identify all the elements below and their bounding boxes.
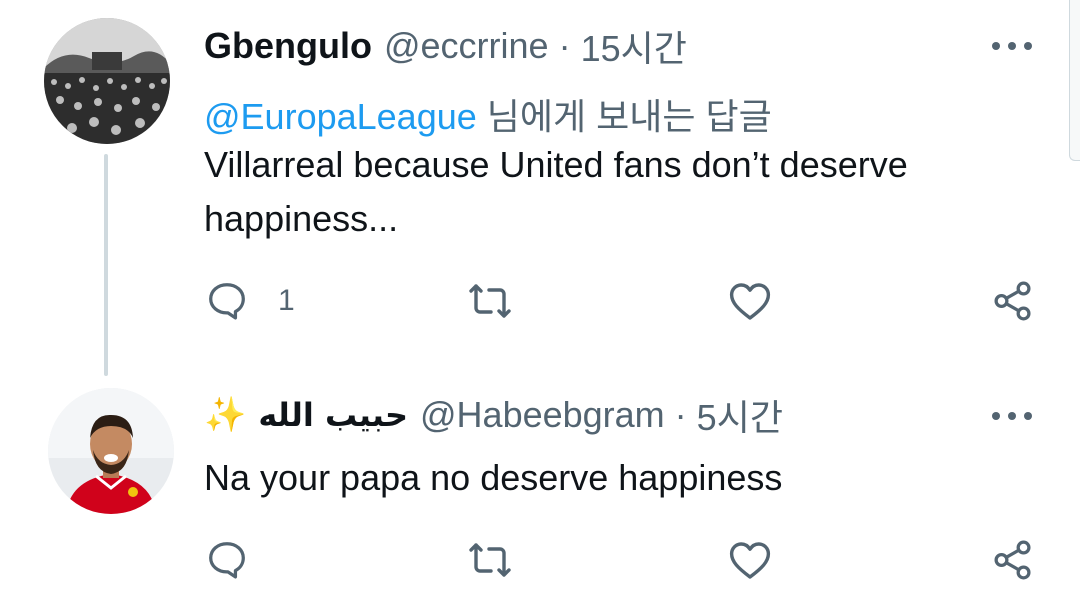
like-icon	[729, 542, 771, 579]
reply-thread: Gbengulo @eccrrine · 15시간 @EuropaLeague …	[0, 0, 1080, 609]
retweet-button[interactable]	[466, 277, 514, 325]
more-options-icon[interactable]	[992, 410, 1032, 422]
tweet-text-line-1: Na your papa no deserve happiness	[204, 457, 783, 498]
tweet-header: Gbengulo @eccrrine · 15시간	[204, 25, 687, 69]
more-options-icon[interactable]	[992, 40, 1032, 52]
tweet-actions: 1	[0, 277, 1080, 325]
timestamp[interactable]: 15시간	[581, 20, 687, 72]
reply-icon	[209, 283, 245, 320]
display-name[interactable]: Gbengulo	[204, 25, 372, 67]
share-button[interactable]	[990, 536, 1036, 584]
avatar-footballer[interactable]	[48, 388, 174, 514]
reply-context-suffix: 님에게 보내는 답글	[476, 96, 772, 137]
sparkle-emoji: ✨	[204, 396, 247, 434]
like-button[interactable]	[726, 536, 774, 584]
separator-dot: ·	[674, 394, 687, 435]
user-handle[interactable]: @eccrrine	[384, 25, 549, 67]
tweet-text-line-2: happiness...	[204, 198, 399, 239]
tweet-header: ✨ حبيب الله @Habeebgram · 5시간	[204, 394, 783, 438]
tweet-text: Na your papa no deserve happiness	[204, 451, 782, 505]
reply-icon	[209, 542, 245, 579]
retweet-icon	[469, 543, 511, 577]
display-name[interactable]: حبيب الله	[258, 396, 408, 434]
reply-button[interactable]	[204, 536, 250, 584]
timestamp[interactable]: 5시간	[697, 389, 783, 441]
user-handle[interactable]: @Habeebgram	[420, 394, 665, 436]
retweet-button[interactable]	[466, 536, 514, 584]
share-icon	[994, 281, 1031, 321]
crowd-photo-avatar-icon	[44, 18, 170, 144]
share-button[interactable]	[990, 277, 1036, 325]
tweet-text-line-1: Villarreal because United fans don’t des…	[204, 144, 908, 185]
tweet-text: Villarreal because United fans don’t des…	[204, 138, 908, 246]
separator-dot: ·	[558, 25, 571, 66]
reply-mention-link[interactable]: @EuropaLeague	[204, 96, 477, 137]
tweet-1[interactable]: Gbengulo @eccrrine · 15시간 @EuropaLeague …	[0, 0, 1080, 375]
like-icon	[729, 283, 771, 320]
reply-button[interactable]: 1	[204, 277, 295, 325]
footballer-photo-avatar-icon	[48, 388, 174, 514]
reply-count: 1	[278, 284, 295, 317]
retweet-icon	[469, 284, 511, 318]
share-icon	[994, 540, 1031, 580]
avatar-crowd[interactable]	[44, 18, 170, 144]
tweet-actions	[0, 536, 1080, 584]
reply-context: @EuropaLeague 님에게 보내는 답글	[204, 88, 772, 140]
tweet-2[interactable]: ✨ حبيب الله @Habeebgram · 5시간 Na your pa…	[0, 375, 1080, 609]
like-button[interactable]	[726, 277, 774, 325]
